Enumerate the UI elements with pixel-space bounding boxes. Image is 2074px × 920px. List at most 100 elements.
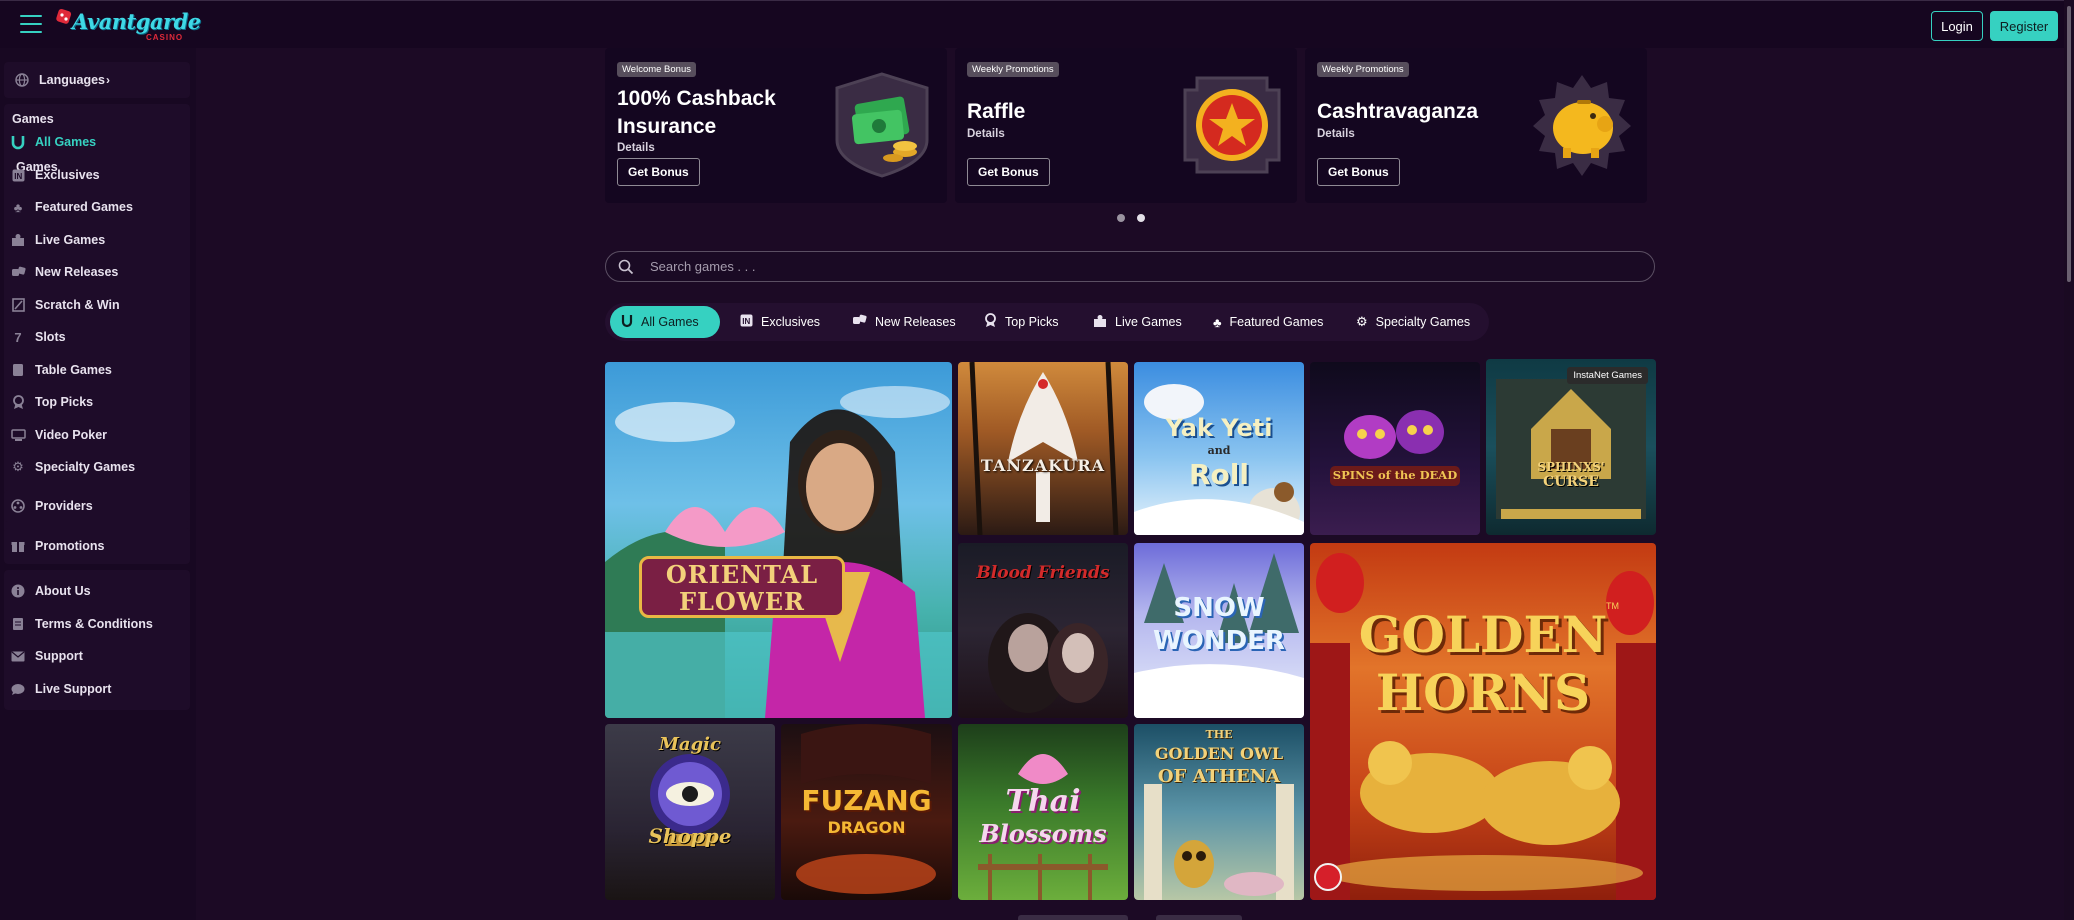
hamburger-menu-icon[interactable] bbox=[20, 15, 42, 33]
sidebar-item-promotions[interactable]: Promotions bbox=[10, 535, 104, 557]
sidebar-item-providers[interactable]: Providers bbox=[10, 495, 93, 517]
sidebar-item-support[interactable]: Support bbox=[10, 645, 83, 667]
game-title-line1: Yak Yeti bbox=[1165, 414, 1273, 442]
search-input[interactable] bbox=[650, 259, 1550, 274]
game-tile-snow-wonder[interactable]: SNOW WONDER bbox=[1134, 543, 1304, 718]
horseshoe-icon bbox=[10, 134, 26, 150]
game-tile-golden-owl-of-athena[interactable]: THE GOLDEN OWL OF ATHENA bbox=[1134, 724, 1304, 900]
star-medal-icon bbox=[1183, 76, 1281, 174]
get-bonus-button[interactable]: Get Bonus bbox=[617, 158, 700, 186]
sidebar-item-live-support[interactable]: Live Support bbox=[10, 678, 111, 700]
promo-title: Raffle bbox=[967, 100, 1026, 123]
game-title-line2: Blossoms bbox=[979, 819, 1107, 848]
sidebar-item-live-games[interactable]: Live Games bbox=[10, 229, 105, 251]
register-button[interactable]: Register bbox=[1990, 11, 2058, 41]
game-tile-magic-shoppe[interactable]: Magic Shoppe bbox=[605, 724, 775, 900]
scrollbar-thumb[interactable] bbox=[2067, 6, 2071, 282]
sidebar-item-slots[interactable]: 7 Slots bbox=[10, 326, 66, 348]
svg-text:IN: IN bbox=[14, 172, 22, 181]
sidebar-item-label: Top Picks bbox=[35, 395, 94, 409]
search-icon bbox=[618, 259, 634, 274]
promo-card-cashtravaganza[interactable]: Weekly Promotions Cashtravaganza Details… bbox=[1305, 48, 1647, 203]
logo-subtext: CASINO bbox=[146, 33, 184, 42]
sidebar-item-specialty-games[interactable]: ⚙ Specialty Games bbox=[10, 456, 135, 478]
sidebar-item-all-games[interactable]: All Games bbox=[10, 131, 96, 153]
sidebar-item-label: Video Poker bbox=[35, 428, 108, 442]
login-button[interactable]: Login bbox=[1931, 11, 1983, 41]
filter-new-releases[interactable]: New Releases bbox=[841, 306, 967, 338]
pagination-button-edge[interactable] bbox=[1156, 915, 1242, 920]
game-tile-fuzang-dragon[interactable]: FUZANG DRAGON bbox=[781, 724, 952, 900]
promo-details-link[interactable]: Details bbox=[967, 128, 1005, 140]
promo-tag: Weekly Promotions bbox=[1317, 62, 1409, 77]
sidebar-item-languages[interactable]: Languages › bbox=[14, 69, 110, 91]
game-tile-blood-friends[interactable]: Blood Friends bbox=[958, 543, 1128, 718]
game-tile-spins-of-the-dead[interactable]: SPINS of the DEAD bbox=[1310, 362, 1480, 535]
filter-specialty-games[interactable]: ⚙ Specialty Games bbox=[1345, 306, 1481, 338]
sidebar-item-table-games[interactable]: Table Games bbox=[10, 359, 112, 381]
game-tile-golden-horns[interactable]: GOLDEN TM HORNS bbox=[1310, 543, 1656, 900]
carousel-dot[interactable] bbox=[1117, 214, 1125, 222]
filter-featured-games[interactable]: ♣ Featured Games bbox=[1202, 306, 1334, 338]
sidebar-item-new-releases[interactable]: New Releases bbox=[10, 261, 118, 283]
filter-all-games[interactable]: All Games bbox=[610, 306, 720, 338]
provider-badge: InstaNet Games bbox=[1567, 367, 1648, 384]
seven-icon: 7 bbox=[14, 329, 22, 345]
game-title-line2: GOLDEN OWL bbox=[1154, 744, 1284, 763]
sidebar-item-featured-games[interactable]: ♣ Featured Games bbox=[10, 196, 133, 218]
gift-icon bbox=[10, 538, 26, 554]
site-logo[interactable]: Avantgarde CASINO bbox=[54, 5, 201, 47]
get-bonus-button[interactable]: Get Bonus bbox=[1317, 158, 1400, 186]
cash-stack-icon bbox=[835, 72, 929, 178]
logo-text: Avantgarde bbox=[72, 9, 201, 34]
load-more-button-edge[interactable] bbox=[1018, 915, 1128, 920]
game-tile-tanzakura[interactable]: TANZAKURA bbox=[958, 362, 1128, 535]
award-icon bbox=[10, 394, 26, 410]
promo-card-cashback[interactable]: Welcome Bonus 100% Cashback Insurance De… bbox=[605, 48, 947, 203]
promo-details-link[interactable]: Details bbox=[1317, 128, 1355, 140]
filter-label: Exclusives bbox=[761, 315, 821, 329]
svg-text:IN: IN bbox=[742, 317, 750, 326]
carousel-dot-active[interactable] bbox=[1137, 214, 1145, 222]
filter-label: New Releases bbox=[875, 315, 956, 329]
sidebar-item-label: Specialty Games bbox=[35, 460, 136, 474]
filter-label: Top Picks bbox=[1005, 315, 1059, 329]
sidebar-item-about-us[interactable]: About Us bbox=[10, 580, 91, 602]
promo-details-link[interactable]: Details bbox=[617, 142, 655, 154]
sidebar-item-exclusives[interactable]: IN Exclusives bbox=[10, 164, 100, 186]
game-title: Blood Friends bbox=[976, 563, 1110, 583]
card-icon bbox=[10, 362, 26, 378]
game-title-line3: OF ATHENA bbox=[1157, 766, 1281, 787]
game-title-line1: SNOW bbox=[1173, 593, 1265, 623]
sidebar-item-label: Promotions bbox=[35, 539, 105, 553]
dice-logo-icon bbox=[56, 8, 72, 24]
game-title-line2: HORNS bbox=[1375, 663, 1591, 722]
dice-icon bbox=[852, 314, 867, 330]
sidebar-item-scratch-win[interactable]: Scratch & Win bbox=[10, 294, 120, 316]
game-title-line1: Magic bbox=[659, 734, 721, 755]
sidebar-item-video-poker[interactable]: Video Poker bbox=[10, 424, 107, 446]
game-tile-yak-yeti-roll[interactable]: Yak Yeti and Roll bbox=[1134, 362, 1304, 535]
game-title: SPINS of the DEAD bbox=[1332, 468, 1458, 482]
filter-label: All Games bbox=[641, 315, 699, 329]
sidebar-item-label: About Us bbox=[35, 584, 91, 598]
game-tile-thai-blossoms[interactable]: Thai Blossoms bbox=[958, 724, 1128, 900]
filter-exclusives[interactable]: IN Exclusives bbox=[729, 306, 831, 338]
filter-top-picks[interactable]: Top Picks bbox=[973, 306, 1070, 338]
game-tile-oriental-flower[interactable]: ORIENTAL FLOWER bbox=[605, 362, 952, 718]
game-tile-sphinxs-curse[interactable]: InstaNet Games SPHINXS' CURSE bbox=[1486, 359, 1656, 535]
trademark-mark: TM bbox=[1606, 601, 1619, 611]
get-bonus-button[interactable]: Get Bonus bbox=[967, 158, 1050, 186]
sidebar-item-terms[interactable]: Terms & Conditions bbox=[10, 613, 153, 635]
skeleton-art bbox=[1330, 410, 1460, 486]
promo-card-raffle[interactable]: Weekly Promotions Raffle Details Get Bon… bbox=[955, 48, 1297, 203]
sidebar-item-top-picks[interactable]: Top Picks bbox=[10, 391, 93, 413]
scratch-card-icon bbox=[10, 297, 26, 313]
providers-icon bbox=[10, 498, 26, 514]
filter-live-games[interactable]: Live Games bbox=[1082, 306, 1193, 338]
sphinx-art bbox=[1496, 379, 1646, 519]
game-title-line2: CURSE bbox=[1543, 474, 1599, 490]
sidebar-item-label: Slots bbox=[35, 330, 66, 344]
page-scrollbar[interactable] bbox=[2064, 0, 2074, 920]
game-title-line1: THE bbox=[1205, 728, 1233, 741]
